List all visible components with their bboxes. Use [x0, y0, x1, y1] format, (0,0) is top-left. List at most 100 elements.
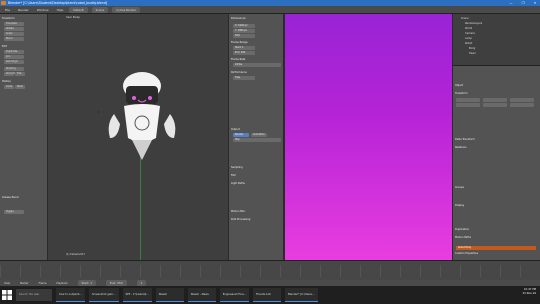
frame-end-field[interactable]: End: 250 — [233, 51, 255, 55]
mirror-button[interactable]: Mirror — [4, 37, 24, 41]
menu-help[interactable]: Help — [55, 8, 66, 12]
main-menu-bar: File Render Window Help Default Scene Cy… — [0, 6, 540, 14]
shelf-section-grease-pencil[interactable]: Grease Pencil — [2, 196, 19, 199]
outliner-item[interactable]: World — [465, 27, 472, 30]
section-light-paths[interactable]: Light Paths — [231, 182, 245, 185]
taskbar-item[interactable]: Blender* [C:\Users... — [285, 288, 318, 302]
taskbar-item[interactable]: Screenshot gam... — [88, 288, 119, 302]
resolution-percent-field[interactable]: 50% — [233, 34, 255, 38]
taskbar-clock[interactable]: 10:47 PM 23-Nov-16 — [523, 288, 536, 296]
clock-date: 23-Nov-16 — [522, 292, 536, 295]
scene-selector[interactable]: Scene — [91, 6, 109, 13]
timeline-ruler[interactable] — [0, 265, 540, 277]
rotation-x-field[interactable] — [483, 98, 507, 102]
section-post-processing[interactable]: Post Processing — [231, 218, 250, 221]
robot-face-screen — [126, 86, 158, 104]
section-film[interactable]: Film — [231, 174, 236, 177]
timeline-menu-marker[interactable]: Marker — [20, 282, 29, 285]
rendered-view[interactable] — [285, 14, 452, 260]
outliner-item[interactable]: Camera — [465, 32, 475, 35]
animation-button[interactable]: Animation — [251, 133, 267, 137]
section-output[interactable]: Output — [231, 128, 240, 131]
duplicate-button[interactable]: Duplicate — [4, 50, 24, 54]
taskbar-item[interactable]: Friends List — [253, 288, 282, 302]
active-object-name-field[interactable]: Robot Body — [456, 246, 536, 250]
timeline-menu-view[interactable]: View — [4, 282, 10, 285]
taskbar-item[interactable]: Steam — [155, 288, 184, 302]
shading-label: Shading — [4, 67, 24, 71]
undo-button[interactable]: Undo — [4, 85, 14, 89]
viewport-footer: (1) Camera.017 — [66, 253, 85, 256]
outliner-item[interactable]: RenderLayers — [465, 22, 482, 25]
shelf-section-history[interactable]: History — [2, 80, 11, 83]
props-section-transform[interactable]: Transform — [455, 92, 467, 95]
shelf-section-edit[interactable]: Edit — [2, 45, 7, 48]
section-frame-range[interactable]: Frame Range — [231, 41, 248, 44]
outliner-item[interactable]: Body — [469, 47, 475, 50]
robot-thruster — [132, 140, 152, 160]
robot-right-arm — [164, 114, 176, 138]
smooth-button[interactable]: Smooth — [4, 72, 15, 76]
redo-button[interactable]: Redo — [15, 85, 25, 89]
rotate-button[interactable]: Rotate — [4, 27, 24, 31]
render-button[interactable]: Render — [233, 133, 249, 137]
menu-window[interactable]: Window — [35, 8, 51, 12]
section-performance[interactable]: Performance — [231, 71, 247, 74]
props-section-duplication[interactable]: Duplication — [455, 228, 469, 231]
props-section-relations[interactable]: Relations — [455, 146, 466, 149]
robot-model[interactable] — [98, 68, 188, 168]
section-motion-blur[interactable]: Motion Blur — [231, 210, 245, 213]
outliner-item[interactable]: Head — [469, 52, 476, 55]
props-section-display[interactable]: Display — [455, 204, 464, 207]
menu-file[interactable]: File — [3, 8, 12, 12]
section-frame-rate[interactable]: Frame Rate — [231, 58, 245, 61]
timeline-menu-playback[interactable]: Playback — [56, 282, 67, 285]
blender-app-icon — [1, 1, 6, 5]
scale-button[interactable]: Scale — [4, 32, 24, 36]
robot-right-eye — [148, 96, 152, 100]
frame-start-field[interactable]: Start: 1 — [233, 46, 255, 50]
section-sampling[interactable]: Sampling — [231, 166, 243, 169]
outliner[interactable]: Scene RenderLayers World Camera Lamp Rob… — [453, 14, 540, 66]
props-section-delta-transform[interactable]: Delta Transform — [455, 138, 475, 141]
menu-render[interactable]: Render — [16, 8, 31, 12]
play-button[interactable]: Play — [233, 138, 281, 142]
robot-left-arm — [108, 114, 120, 138]
taskbar-item[interactable]: how to outpaint... — [56, 288, 85, 302]
windows-start-icon[interactable] — [2, 290, 12, 300]
section-dimensions[interactable]: Dimensions — [231, 17, 246, 20]
taskbar-item[interactable]: Engineered Fina... — [219, 288, 250, 302]
shelf-section-transform[interactable]: Transform — [2, 17, 14, 20]
taskbar-item[interactable]: SFE - C:\Users\S... — [122, 288, 152, 302]
frame-rate-select[interactable]: 24 fps — [233, 63, 281, 67]
robot-left-eye — [132, 96, 136, 100]
props-section-motion-paths[interactable]: Motion Paths — [455, 236, 471, 239]
taskbar-search-input[interactable]: Search the web — [16, 289, 52, 301]
props-section-object[interactable]: Object — [455, 84, 463, 87]
flat-button[interactable]: Flat — [15, 72, 25, 76]
outliner-item[interactable]: Robot — [465, 42, 472, 45]
scale-y-field[interactable] — [510, 103, 534, 107]
translate-button[interactable]: Translate — [4, 22, 24, 26]
render-engine-selector[interactable]: Cycles Render — [112, 6, 141, 13]
set-origin-button[interactable]: Set Origin — [4, 60, 24, 64]
scale-x-field[interactable] — [510, 98, 534, 102]
timeline-menu-frame[interactable]: Frame — [39, 282, 47, 285]
resolution-x-field[interactable]: X: 1920 px — [233, 24, 255, 28]
location-y-field[interactable] — [456, 103, 480, 107]
tool-shelf: Transform Translate Rotate Scale Mirror … — [0, 14, 48, 260]
toggle-button[interactable]: Toggle — [4, 210, 24, 214]
resolution-y-field[interactable]: Y: 1080 px — [233, 29, 255, 33]
tiles-field[interactable]: Tiles — [233, 76, 255, 80]
props-section-custom-properties[interactable]: Custom Properties — [455, 252, 478, 255]
windows-taskbar: Search the web how to outpaint... Screen… — [0, 286, 540, 304]
layout-selector[interactable]: Default — [69, 6, 88, 13]
props-section-groups[interactable]: Groups — [455, 186, 464, 189]
location-x-field[interactable] — [456, 98, 480, 102]
outliner-item[interactable]: Lamp — [465, 37, 472, 40]
join-button[interactable]: Join — [4, 55, 24, 59]
rotation-y-field[interactable] — [483, 103, 507, 107]
taskbar-item[interactable]: Steam - News — [187, 288, 216, 302]
robot-body — [124, 104, 160, 142]
outliner-item[interactable]: Scene — [461, 17, 469, 20]
